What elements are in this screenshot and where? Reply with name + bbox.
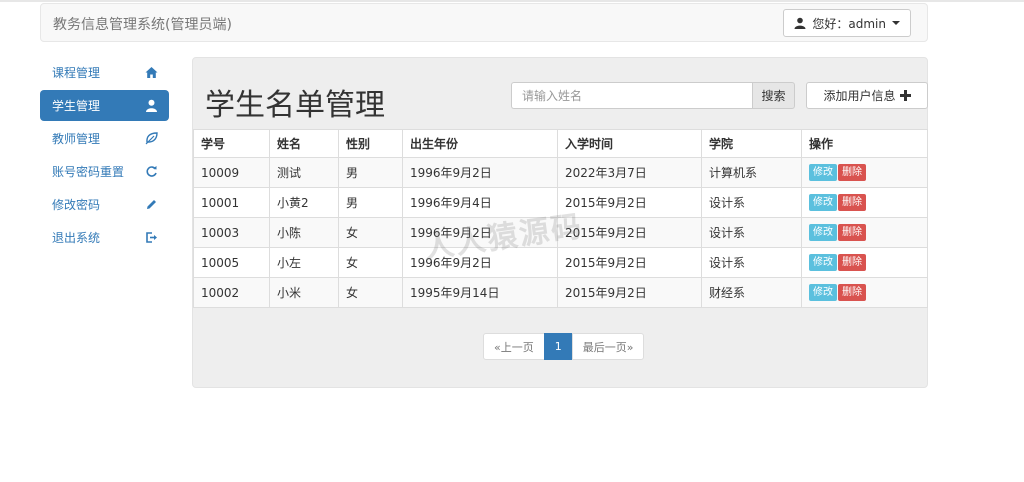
table-cell-college: 设计系 xyxy=(701,247,802,278)
column-header: 出生年份 xyxy=(402,129,558,158)
edit-button[interactable]: 修改 xyxy=(809,254,837,271)
table-row: 10002 小米女 1995年9月14日 2015年9月2日 财经系 修改 删除 xyxy=(193,277,928,308)
sidebar-item-label: 学生管理 xyxy=(52,99,101,113)
sidebar-item-label: 修改密码 xyxy=(52,198,101,212)
column-header: 性别 xyxy=(338,129,403,158)
table-cell-gender: 女 xyxy=(338,247,403,278)
table-cell-name: 小陈 xyxy=(269,217,339,248)
column-header: 学院 xyxy=(701,129,802,158)
search-button[interactable]: 搜索 xyxy=(752,82,795,109)
table-cell-gender: 男 xyxy=(338,187,403,218)
table-cell-birth: 1995年9月14日 xyxy=(402,277,558,308)
page-title: 学生名单管理 xyxy=(205,88,385,123)
table-row: 10005 小左女 1996年9月2日 2015年9月2日 设计系 修改 删除 xyxy=(193,247,928,278)
sidebar-item-logout[interactable]: 退出系统 xyxy=(40,222,169,253)
sidebar-item-change-password[interactable]: 修改密码 xyxy=(40,189,169,220)
top-border xyxy=(0,0,1024,2)
table-row: 10001 小黄2 男 1996年9月4日 2015年9月2日 设计系 修改 删除 xyxy=(193,187,928,218)
sidebar-item-reset-password[interactable]: 账号密码重置 xyxy=(40,156,169,187)
table-cell-college: 财经系 xyxy=(701,277,802,308)
leaf-icon xyxy=(145,132,158,145)
table-cell-id: 10005 xyxy=(193,247,270,278)
refresh-icon xyxy=(146,166,157,177)
delete-button[interactable]: 删除 xyxy=(838,284,866,301)
user-icon xyxy=(794,17,806,29)
table-cell-actions: 修改 删除 xyxy=(801,217,928,248)
table-cell-enroll: 2022年3月7日 xyxy=(557,157,702,188)
chevron-down-icon xyxy=(892,21,900,25)
user-menu-button[interactable]: 您好：admin xyxy=(783,9,911,37)
edit-button[interactable]: 修改 xyxy=(809,164,837,181)
navbar: 教务信息管理系统(管理员端) 您好：admin xyxy=(40,3,928,42)
table-cell-birth: 1996年9月4日 xyxy=(402,187,558,218)
sidebar-item-students[interactable]: 学生管理 xyxy=(40,90,169,121)
brand-title[interactable]: 教务信息管理系统(管理员端) xyxy=(53,14,232,34)
main-panel: 学生名单管理 搜索 添加用户信息 学号 姓名 性别 出生年份 入学时间 学院 操… xyxy=(192,57,928,388)
add-user-button[interactable]: 添加用户信息 xyxy=(806,82,928,109)
sidebar-item-label: 退出系统 xyxy=(52,231,101,245)
table-cell-enroll: 2015年9月2日 xyxy=(557,247,702,278)
delete-button[interactable]: 删除 xyxy=(838,224,866,241)
table-cell-gender: 女 xyxy=(338,277,403,308)
table-cell-enroll: 2015年9月2日 xyxy=(557,217,702,248)
table-cell-actions: 修改 删除 xyxy=(801,157,928,188)
table-cell-actions: 修改 删除 xyxy=(801,277,928,308)
sidebar: 课程管理 学生管理 教师管理 账号密码重置 修改密码 退出系统 xyxy=(40,57,169,255)
column-header: 姓名 xyxy=(269,129,339,158)
table-cell-college: 计算机系 xyxy=(701,157,802,188)
pagination: «上一页 1 最后一页» xyxy=(483,333,645,360)
table-cell-id: 10009 xyxy=(193,157,270,188)
edit-button[interactable]: 修改 xyxy=(809,284,837,301)
table-row: 10009 测试男 1996年9月2日 2022年3月7日 计算机系 修改 删除 xyxy=(193,157,928,188)
table-cell-birth: 1996年9月2日 xyxy=(402,247,558,278)
table-cell-id: 10001 xyxy=(193,187,270,218)
logout-icon xyxy=(146,232,157,243)
delete-button[interactable]: 删除 xyxy=(838,164,866,181)
column-header: 操作 xyxy=(801,129,928,158)
table-cell-id: 10003 xyxy=(193,217,270,248)
table-cell-id: 10002 xyxy=(193,277,270,308)
students-table: 学号 姓名 性别 出生年份 入学时间 学院 操作 10009 测试男 1996年9月… xyxy=(193,129,928,308)
table-header-row: 学号 姓名 性别 出生年份 入学时间 学院 操作 xyxy=(193,129,928,158)
table-cell-college: 设计系 xyxy=(701,187,802,218)
plus-icon xyxy=(899,90,911,101)
add-user-label: 添加用户信息 xyxy=(823,89,896,103)
current-page-link[interactable]: 1 xyxy=(543,333,573,360)
table-cell-name: 小米 xyxy=(269,277,339,308)
home-icon xyxy=(145,67,158,78)
table-cell-birth: 1996年9月2日 xyxy=(402,157,558,188)
user-greeting: 您好：admin xyxy=(812,16,886,31)
prev-page-link[interactable]: «上一页 xyxy=(483,333,545,360)
sidebar-item-label: 教师管理 xyxy=(52,132,101,146)
table-cell-enroll: 2015年9月2日 xyxy=(557,277,702,308)
table-cell-birth: 1996年9月2日 xyxy=(402,217,558,248)
sidebar-item-label: 账号密码重置 xyxy=(52,165,125,179)
table-cell-gender: 男 xyxy=(338,157,403,188)
table-cell-actions: 修改 删除 xyxy=(801,187,928,218)
pencil-icon xyxy=(147,200,156,209)
table-cell-gender: 女 xyxy=(338,217,403,248)
table-cell-enroll: 2015年9月2日 xyxy=(557,187,702,218)
column-header: 学号 xyxy=(193,129,270,158)
table-row: 10003 小陈女 1996年9月2日 2015年9月2日 设计系 修改 删除 xyxy=(193,217,928,248)
edit-button[interactable]: 修改 xyxy=(809,224,837,241)
table-cell-name: 测试 xyxy=(269,157,339,188)
user-icon xyxy=(146,99,157,112)
sidebar-item-courses[interactable]: 课程管理 xyxy=(40,57,169,88)
column-header: 入学时间 xyxy=(557,129,702,158)
table-cell-name: 小黄2 xyxy=(269,187,339,218)
sidebar-item-teachers[interactable]: 教师管理 xyxy=(40,123,169,154)
sidebar-item-label: 课程管理 xyxy=(52,66,101,80)
search-group: 搜索 xyxy=(511,82,795,109)
edit-button[interactable]: 修改 xyxy=(809,194,837,211)
search-input[interactable] xyxy=(511,82,752,109)
table-cell-college: 设计系 xyxy=(701,217,802,248)
table-cell-actions: 修改 删除 xyxy=(801,247,928,278)
table-cell-name: 小左 xyxy=(269,247,339,278)
delete-button[interactable]: 删除 xyxy=(838,254,866,271)
delete-button[interactable]: 删除 xyxy=(838,194,866,211)
last-page-link[interactable]: 最后一页» xyxy=(571,333,645,360)
